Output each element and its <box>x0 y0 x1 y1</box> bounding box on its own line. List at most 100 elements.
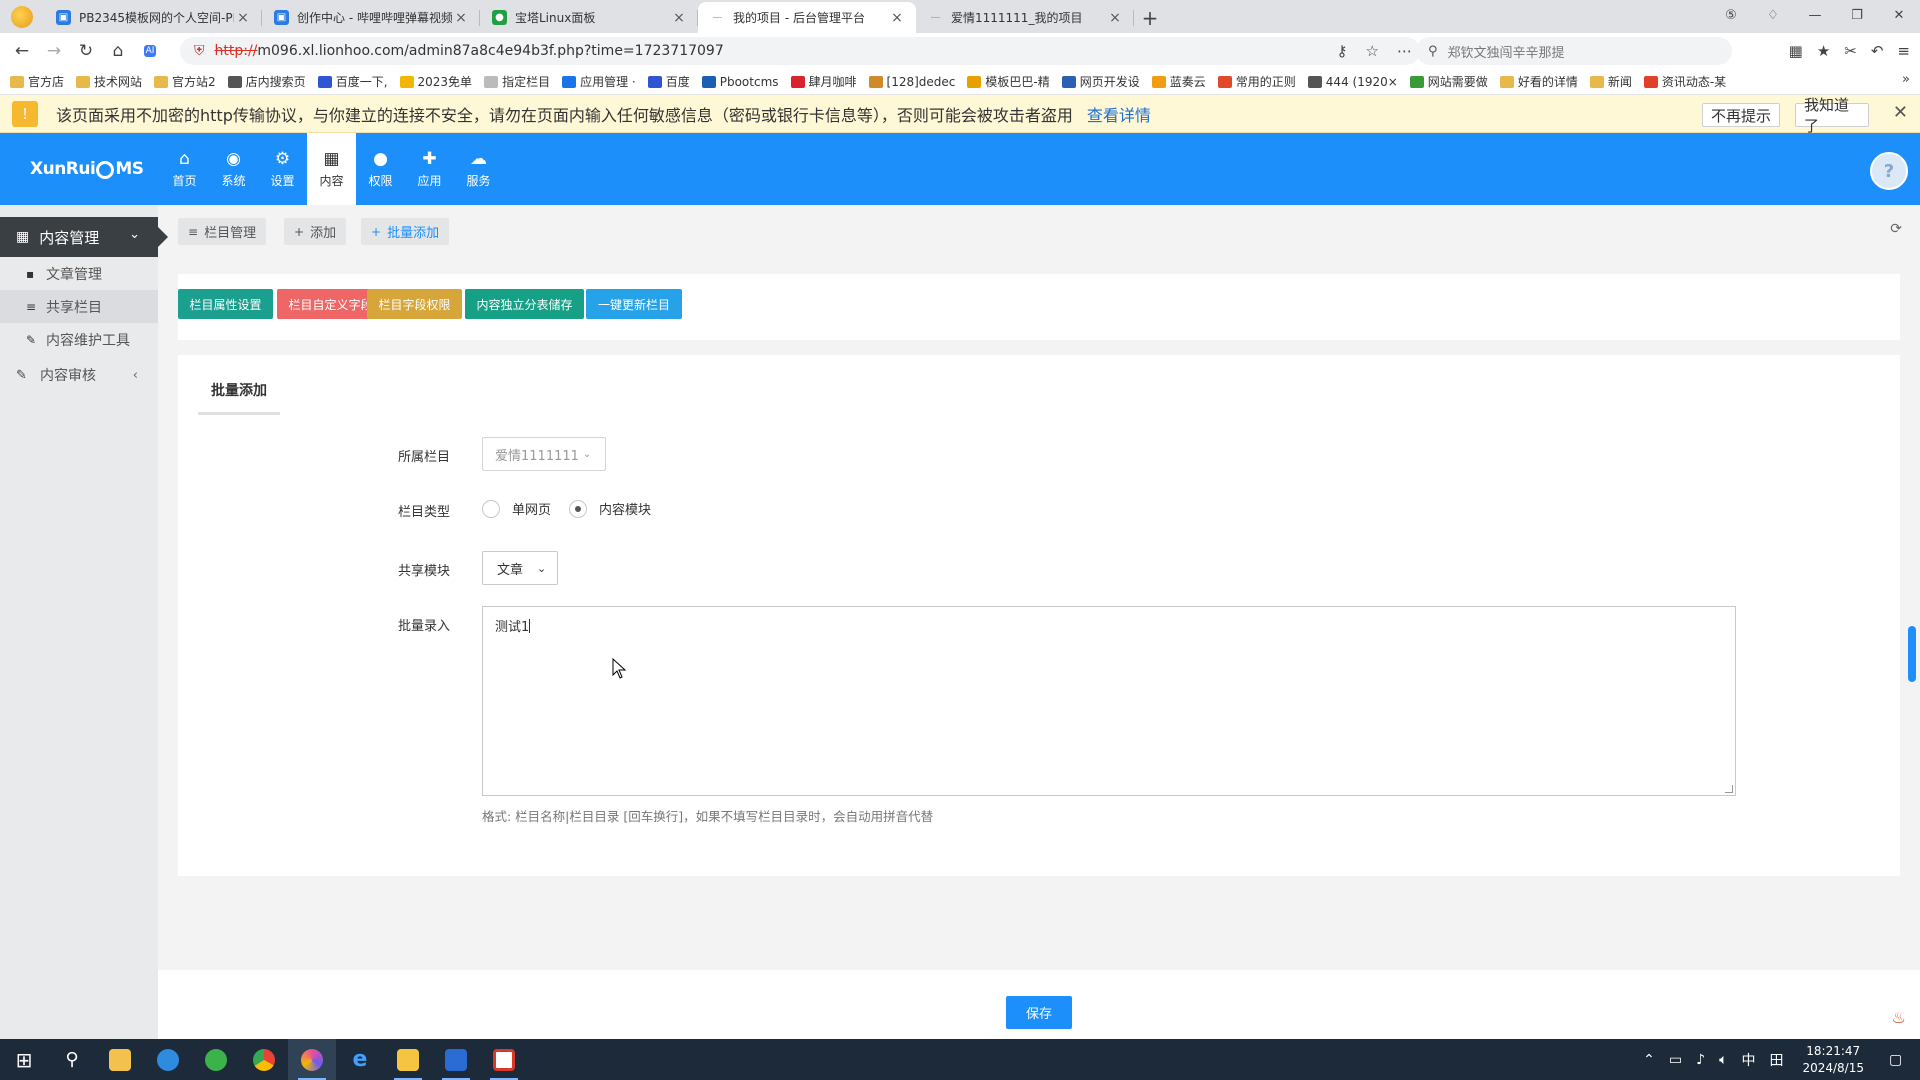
minimize-button[interactable]: — <box>1794 0 1836 30</box>
toolbar-button[interactable]: 一键更新栏目 <box>586 289 682 319</box>
topnav-item[interactable]: ☁ 服务 <box>454 133 503 205</box>
radio-circle[interactable] <box>569 499 588 518</box>
apps-icon[interactable]: ▦ <box>1789 42 1803 60</box>
bookmark-star-icon[interactable]: ☆ <box>1366 42 1379 60</box>
more-icon[interactable]: ⋯ <box>1397 42 1412 60</box>
favorites-icon[interactable]: ★ <box>1817 42 1830 60</box>
warning-details-link[interactable]: 查看详情 <box>1087 102 1151 126</box>
bookmark-item[interactable]: 肆月咖啡 <box>790 73 857 90</box>
bookmark-item[interactable]: 官方店 <box>10 73 64 90</box>
undo-icon[interactable]: ↶ <box>1871 42 1884 60</box>
tray-expand-icon[interactable]: ⌃ <box>1643 1052 1655 1068</box>
save-button[interactable]: 保存 <box>1006 996 1072 1029</box>
no-remind-button[interactable]: 不再提示 <box>1702 103 1780 127</box>
topnav-item[interactable]: ● 权限 <box>356 133 405 205</box>
topnav-item[interactable]: ⌂ 首页 <box>160 133 209 205</box>
notification-icon[interactable]: ▢ <box>1889 1052 1913 1068</box>
wps-writer-icon[interactable] <box>432 1039 480 1080</box>
browser-tab[interactable]: ▣ 创作中心 - 哔哩哔哩弹幕视频 × <box>262 2 480 33</box>
bookmark-item[interactable]: 资讯动态-某 <box>1643 73 1726 90</box>
bookmark-item[interactable]: Pbootcms <box>701 75 779 89</box>
close-icon[interactable]: × <box>670 10 688 26</box>
browser-tab[interactable]: — 我的项目 - 后台管理平台 × <box>698 2 916 33</box>
topnav-item[interactable]: ▦ 内容 <box>307 133 356 205</box>
reload-button[interactable]: ↻ <box>70 35 102 67</box>
resize-handle[interactable] <box>1725 785 1733 793</box>
bookmark-item[interactable]: [128]dedec <box>868 75 955 89</box>
microphone-icon[interactable]: ♪ <box>1696 1052 1705 1068</box>
ime-mode-icon[interactable]: 田 <box>1769 1050 1783 1070</box>
type-radio-single-page[interactable]: 单网页 <box>482 499 551 518</box>
bookmark-item[interactable]: 应用管理 · <box>562 73 636 90</box>
bookmark-item[interactable]: 网页开发设 <box>1061 73 1140 90</box>
category-select[interactable]: 爱情1111111 ⌄ <box>482 437 606 471</box>
green-app-icon[interactable] <box>192 1039 240 1080</box>
radio-circle[interactable] <box>482 499 500 518</box>
menu-icon[interactable]: ≡ <box>1897 42 1910 60</box>
module-select[interactable]: 文章 ⌄ <box>482 551 558 585</box>
ie-icon[interactable]: e <box>336 1039 384 1080</box>
bookmark-item[interactable]: 蓝奏云 <box>1151 73 1206 90</box>
bookmark-item[interactable]: 技术网站 <box>76 73 142 90</box>
bookmark-item[interactable]: 网站需要做 <box>1409 73 1488 90</box>
bookmark-item[interactable]: 好看的详情 <box>1499 73 1578 90</box>
sidebar-item[interactable]: ≡ 共享栏目 <box>0 290 158 323</box>
browser-tab[interactable]: ▣ PB2345模板网的个人空间-PB × <box>44 2 262 33</box>
close-icon[interactable]: × <box>452 10 470 26</box>
bookmark-item[interactable]: 模板巴巴-精 <box>967 73 1050 90</box>
tab-batch-add[interactable]: 批量添加 <box>198 355 280 415</box>
browser-logo-icon[interactable] <box>0 0 44 33</box>
refresh-icon[interactable]: ⟳ <box>1890 221 1902 237</box>
close-window-button[interactable]: ✕ <box>1878 0 1920 30</box>
search-input[interactable]: ⚲ 郑钦文独闯辛辛那提 <box>1416 37 1732 65</box>
got-it-button[interactable]: 我知道了 <box>1795 96 1869 135</box>
volume-icon[interactable]: 🔈︎ <box>1719 1052 1727 1068</box>
chrome-icon[interactable] <box>240 1039 288 1080</box>
skin-icon[interactable]: ♢ <box>1752 0 1794 30</box>
bookmark-item[interactable]: 新闻 <box>1589 73 1632 90</box>
browser-taskbar-icon[interactable] <box>288 1039 336 1080</box>
sidebar-item[interactable]: ✎ 内容维护工具 <box>0 323 158 356</box>
flame-icon[interactable]: ♨ <box>1892 1008 1906 1027</box>
topnav-item[interactable]: ⚙ 设置 <box>258 133 307 205</box>
bookmarks-more-icon[interactable]: » <box>1902 72 1910 87</box>
bookmark-item[interactable]: 百度 <box>647 73 690 90</box>
bookmark-item[interactable]: 2023免单 <box>399 73 472 90</box>
crumb-category-manage[interactable]: ≡ 栏目管理 <box>178 218 267 245</box>
key-icon[interactable]: ⚷ <box>1337 42 1348 60</box>
bookmark-item[interactable]: 官方站2 <box>154 73 216 90</box>
bookmark-item[interactable]: 店内搜索页 <box>227 73 306 90</box>
search-icon[interactable]: ⚲ <box>48 1039 96 1080</box>
crumb-batch-add[interactable]: + 批量添加 <box>361 218 450 245</box>
file-explorer-icon[interactable] <box>96 1039 144 1080</box>
type-radio-content-module[interactable]: 内容模块 <box>569 499 651 518</box>
back-button[interactable]: ← <box>6 35 38 67</box>
bookmark-item[interactable]: 444 (1920× <box>1307 75 1398 89</box>
network-icon[interactable]: ▭ <box>1669 1052 1682 1068</box>
notepad-app-icon[interactable] <box>384 1039 432 1080</box>
batch-textarea[interactable]: 测试1 <box>482 606 1736 796</box>
crumb-add[interactable]: + 添加 <box>284 218 347 245</box>
url-bar[interactable]: ⛨ http:// m096.xl.lionhoo.com/admin87a8c… <box>180 37 1420 65</box>
edge-legacy-icon[interactable] <box>144 1039 192 1080</box>
toolbar-button[interactable]: 栏目属性设置 <box>178 289 273 319</box>
scroll-indicator[interactable] <box>1908 626 1916 682</box>
close-warning-icon[interactable]: ✕ <box>1893 102 1908 123</box>
topnav-item[interactable]: ◉ 系统 <box>209 133 258 205</box>
sidebar-section-content-management[interactable]: ▦ 内容管理 ⌄ <box>0 217 168 257</box>
bookmark-item[interactable]: 百度一下, <box>317 73 388 90</box>
tab-count-icon[interactable]: ⑤ <box>1710 0 1752 30</box>
close-icon[interactable]: × <box>888 10 906 26</box>
forward-button[interactable]: → <box>38 35 70 67</box>
start-button[interactable]: ⊞ <box>0 1039 48 1080</box>
logo[interactable]: XunRui MS <box>30 133 156 205</box>
browser-tab[interactable]: ● 宝塔Linux面板 × <box>480 2 698 33</box>
home-button[interactable]: ⌂ <box>102 35 134 67</box>
browser-tab[interactable]: — 爱情1111111_我的项目 × <box>916 2 1134 33</box>
ai-button[interactable]: AI <box>134 35 166 67</box>
sidebar-item[interactable]: ▪ 文章管理 <box>0 257 158 290</box>
toolbar-button[interactable]: 内容独立分表储存 <box>465 289 584 319</box>
new-tab-button[interactable]: + <box>1134 2 1166 33</box>
clock[interactable]: 18:21:47 2024/8/15 <box>1802 1043 1864 1077</box>
close-icon[interactable]: × <box>234 10 252 26</box>
